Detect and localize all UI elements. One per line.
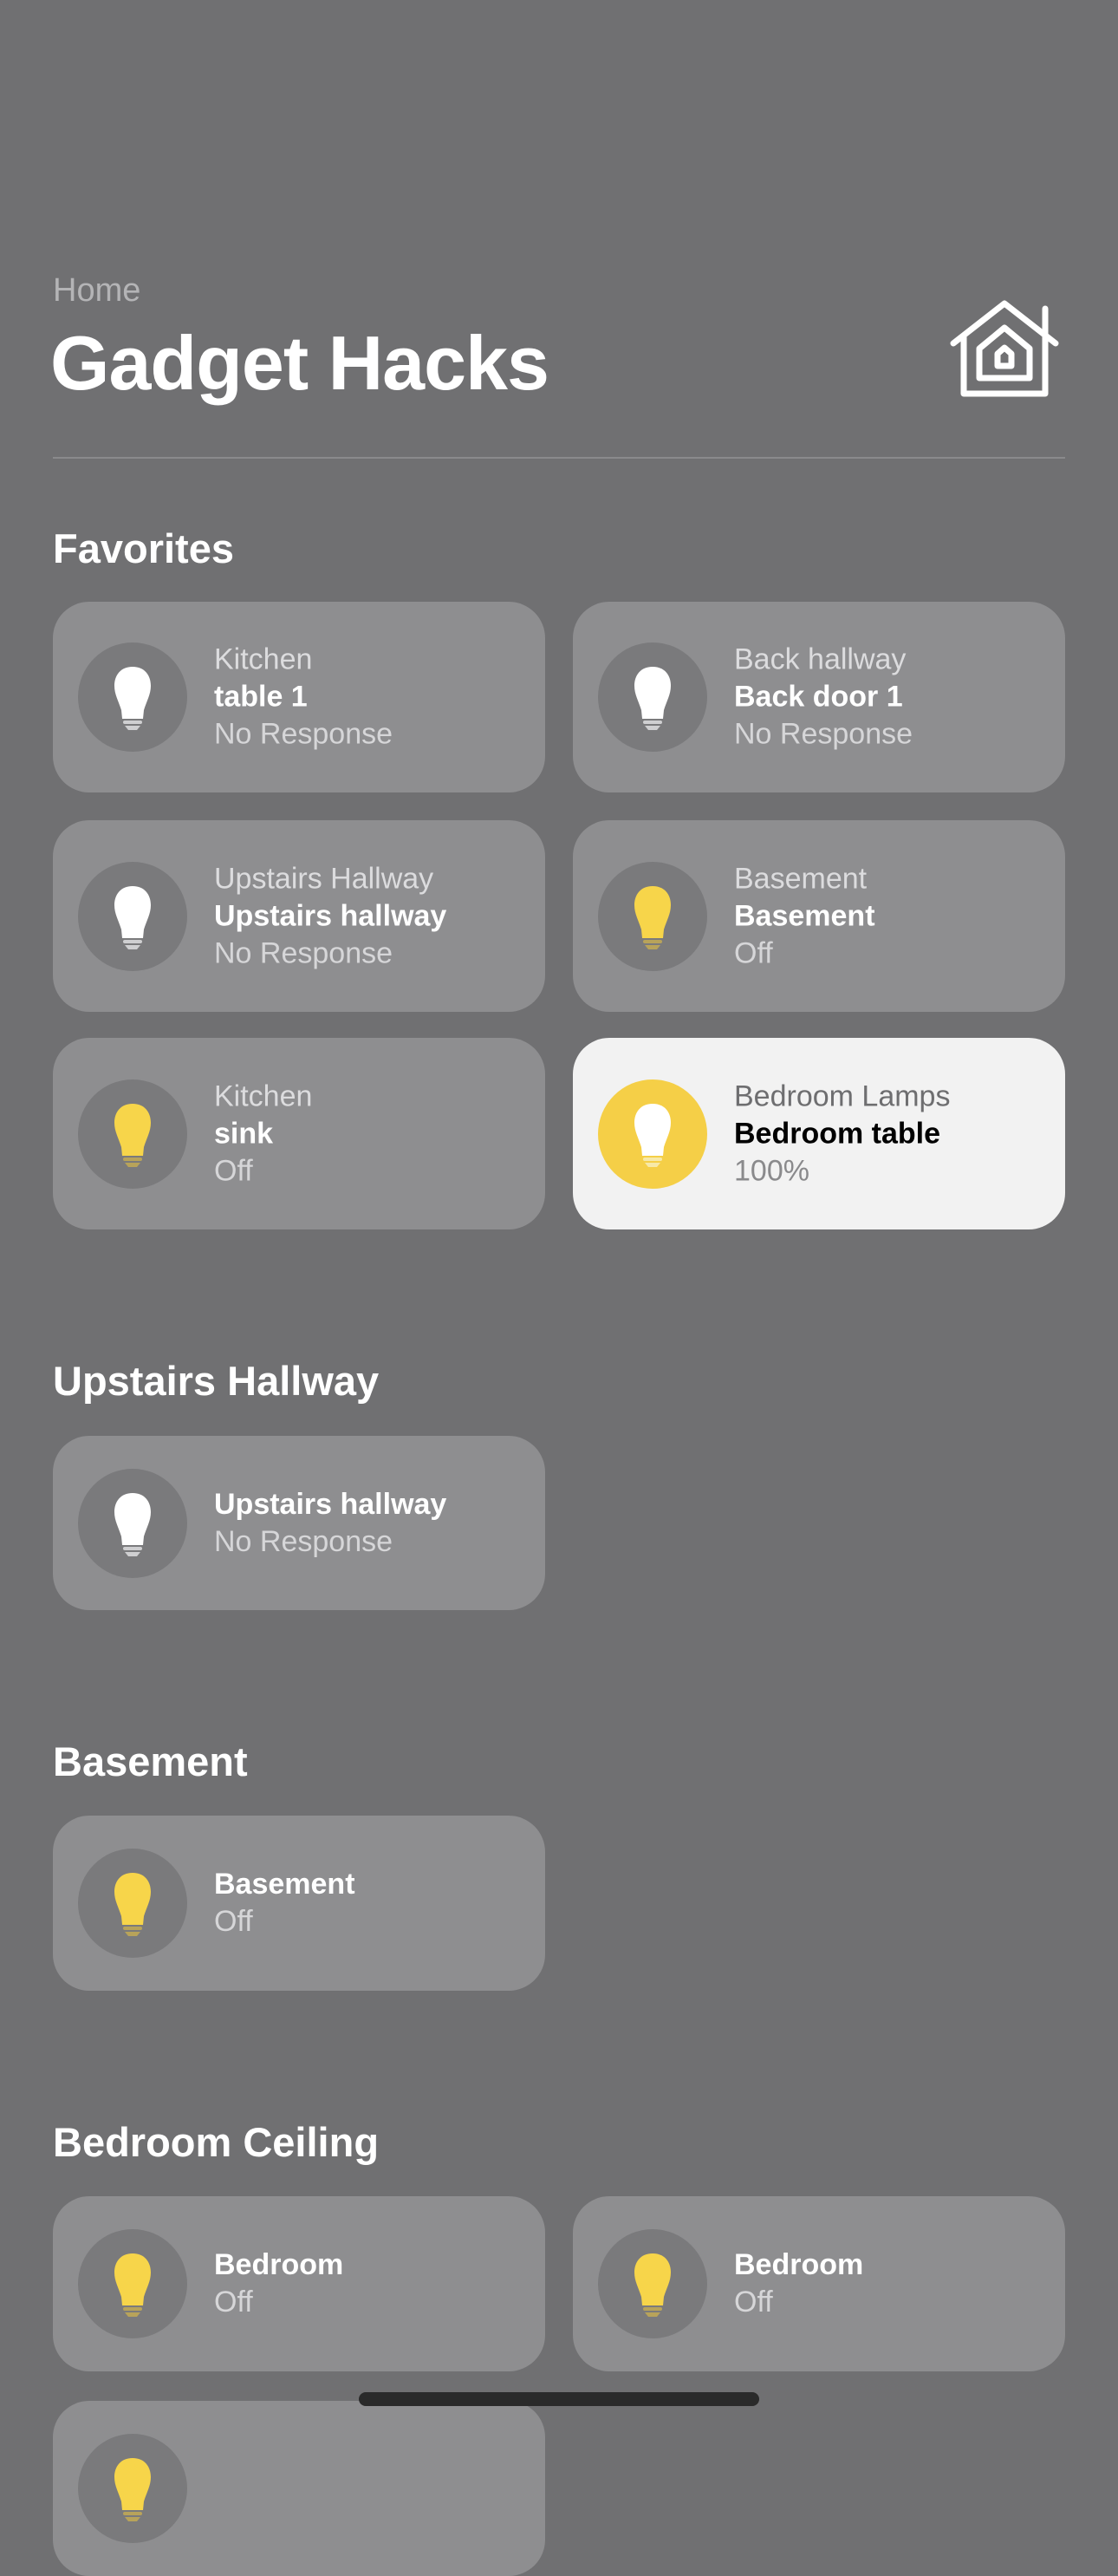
room-label: Upstairs Hallway xyxy=(214,862,434,895)
status-label: No Response xyxy=(214,936,393,969)
accessory-name: Upstairs hallway xyxy=(214,1487,447,1521)
bulb-toggle-button[interactable] xyxy=(598,861,707,971)
accessory-name: Bedroom table xyxy=(734,1117,941,1150)
status-label: 100% xyxy=(734,1154,809,1187)
accessory-tile[interactable]: Basement Off xyxy=(53,1816,545,1991)
status-label: Off xyxy=(734,936,773,969)
section-title: Favorites xyxy=(53,525,234,571)
room-label: Back hallway xyxy=(734,642,907,676)
room-label: Kitchen xyxy=(214,642,313,676)
accessory-tile[interactable]: Upstairs Hallway Upstairs hallway No Respo… xyxy=(53,820,545,1012)
home-settings-button[interactable] xyxy=(950,300,1059,399)
accessory-name: table 1 xyxy=(214,680,308,714)
room-label: Bedroom Lamps xyxy=(734,1079,951,1112)
status-label: Off xyxy=(214,2286,253,2318)
breadcrumb-home[interactable]: Home xyxy=(53,272,140,310)
room-label: Kitchen xyxy=(214,1079,313,1112)
accessory-name: Upstairs hallway xyxy=(214,899,447,932)
accessory-name: Basement xyxy=(734,899,875,932)
accessory-tile[interactable]: Back hallway Back door 1 No Response xyxy=(573,602,1065,792)
accessory-tile[interactable]: Bedroom Lamps Bedroom table 100% xyxy=(573,1038,1065,1229)
accessory-name: Bedroom xyxy=(734,2248,864,2281)
accessory-tile[interactable]: Basement Basement Off xyxy=(573,820,1065,1012)
bulb-toggle-button[interactable] xyxy=(598,1079,707,1189)
accessory-tile[interactable]: Kitchen table 1 No Response xyxy=(53,602,545,792)
home-icon xyxy=(950,300,1059,397)
section-title: Basement xyxy=(53,1738,248,1784)
bulb-toggle-button[interactable] xyxy=(78,2229,187,2338)
accessory-name: sink xyxy=(214,1117,274,1150)
home-indicator[interactable] xyxy=(359,2392,759,2406)
bulb-toggle-button[interactable] xyxy=(78,642,187,752)
accessory-tile[interactable]: Kitchen sink Off xyxy=(53,1038,545,1229)
page-title: Gadget Hacks xyxy=(50,320,549,406)
status-label: Off xyxy=(214,1154,253,1187)
bulb-toggle-button[interactable] xyxy=(598,2229,707,2338)
accessory-name: Bedroom xyxy=(214,2248,344,2281)
bulb-toggle-button[interactable] xyxy=(78,1079,187,1189)
accessory-name: Back door 1 xyxy=(734,680,903,714)
status-label: No Response xyxy=(734,717,913,751)
room-label: Basement xyxy=(734,862,868,895)
section-title: Upstairs Hallway xyxy=(53,1358,380,1404)
section-title: Bedroom Ceiling xyxy=(53,2119,380,2165)
accessory-tile[interactable]: Bedroom Off xyxy=(53,2196,545,2371)
status-label: No Response xyxy=(214,1524,393,1558)
divider xyxy=(53,457,1065,459)
accessory-name: Basement xyxy=(214,1868,355,1901)
status-label: Off xyxy=(214,1905,253,1938)
bulb-toggle-button[interactable] xyxy=(78,1849,187,1958)
bulb-toggle-button[interactable] xyxy=(598,642,707,752)
status-label: Off xyxy=(734,2286,773,2318)
bulb-toggle-button[interactable] xyxy=(78,2434,187,2543)
status-label: No Response xyxy=(214,717,393,751)
bulb-toggle-button[interactable] xyxy=(78,861,187,971)
accessory-tile[interactable]: Upstairs hallway No Response xyxy=(53,1436,545,1610)
accessory-tile[interactable]: Bedroom Off xyxy=(573,2196,1065,2371)
bulb-toggle-button[interactable] xyxy=(78,1468,187,1578)
accessory-tile[interactable] xyxy=(53,2401,545,2576)
